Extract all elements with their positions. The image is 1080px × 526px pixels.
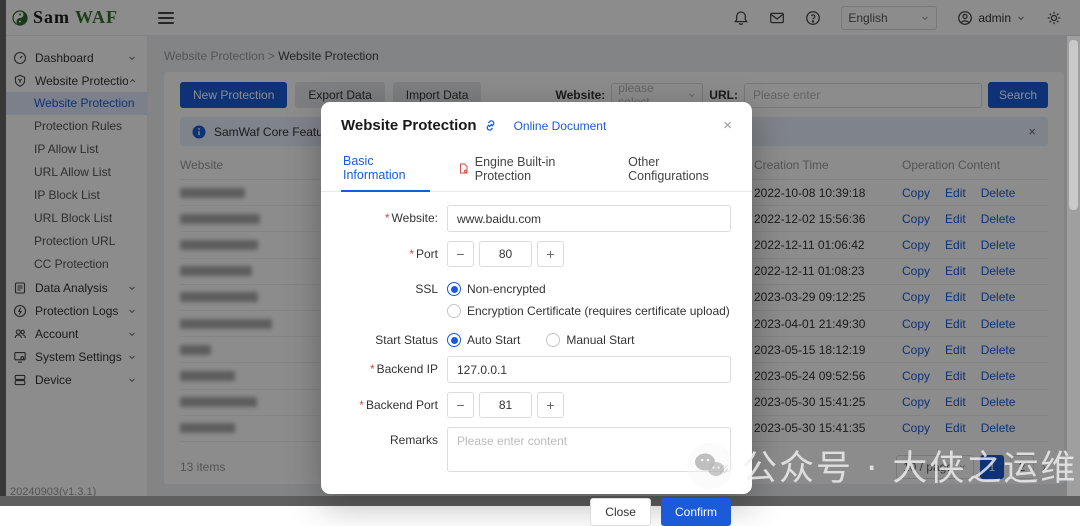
ssl-radio-group: Non-encrypted Encryption Certificate (re… bbox=[447, 276, 731, 318]
modal-body: *Website: *Port − 80 + SSL Non-encrypted… bbox=[321, 192, 752, 477]
website-protection-modal: Website Protection Online Document × Bas… bbox=[321, 102, 752, 526]
website-field-input[interactable] bbox=[447, 205, 731, 232]
backend-port-decrement-button[interactable]: − bbox=[447, 392, 474, 418]
tab-label: Engine Built-in Protection bbox=[474, 154, 556, 183]
modal-header: Website Protection Online Document × bbox=[321, 102, 752, 140]
modal-tabs: Basic Information Engine Built-in Protec… bbox=[321, 148, 752, 192]
radio-manual-start[interactable]: Manual Start bbox=[546, 333, 634, 347]
port-decrement-button[interactable]: − bbox=[447, 241, 474, 267]
remarks-textarea[interactable] bbox=[447, 427, 731, 472]
radio-dot bbox=[546, 333, 561, 347]
radio-encryption-certificate[interactable]: Encryption Certificate (requires certifi… bbox=[447, 304, 731, 318]
port-value[interactable]: 80 bbox=[479, 241, 532, 267]
tab-engine-built-in-protection[interactable]: Engine Built-in Protection bbox=[456, 148, 600, 191]
radio-label: Non-encrypted bbox=[467, 282, 546, 296]
link-icon bbox=[486, 120, 494, 131]
confirm-button[interactable]: Confirm bbox=[660, 498, 731, 526]
remarks-field-label: Remarks bbox=[389, 433, 438, 447]
scrollbar-thumb[interactable] bbox=[1069, 40, 1078, 210]
resize-grip[interactable] bbox=[720, 465, 728, 473]
window-left-edge bbox=[0, 0, 6, 506]
port-field-label: * Port bbox=[409, 247, 438, 261]
vertical-scrollbar[interactable] bbox=[1067, 36, 1080, 496]
start-status-field-label: Start Status bbox=[375, 333, 438, 347]
online-document-link[interactable]: Online Document bbox=[514, 119, 607, 133]
radio-label: Auto Start bbox=[467, 333, 521, 347]
ssl-field-label: SSL bbox=[415, 282, 438, 296]
tab-basic-information[interactable]: Basic Information bbox=[341, 148, 431, 192]
backend-port-value[interactable]: 81 bbox=[479, 392, 532, 418]
port-increment-button[interactable]: + bbox=[537, 241, 564, 267]
required-mark: * bbox=[409, 247, 414, 261]
modal-title: Website Protection bbox=[341, 117, 477, 134]
radio-label: Manual Start bbox=[566, 333, 635, 347]
radio-non-encrypted[interactable]: Non-encrypted bbox=[447, 282, 731, 296]
red-file-icon bbox=[460, 163, 468, 174]
required-mark: * bbox=[369, 362, 375, 376]
modal-footer: Close Confirm bbox=[321, 486, 752, 526]
backend-ip-field-label: * Backend IP bbox=[369, 362, 438, 376]
radio-dot bbox=[447, 333, 461, 347]
required-mark: * bbox=[359, 398, 364, 412]
start-status-radio-group: Auto Start Manual Start bbox=[447, 327, 731, 347]
backend-ip-input[interactable] bbox=[447, 356, 731, 383]
radio-auto-start[interactable]: Auto Start bbox=[447, 333, 520, 347]
backend-port-field-label: * Backend Port bbox=[359, 398, 438, 412]
modal-close-icon[interactable]: × bbox=[723, 118, 732, 133]
tab-other-configurations[interactable]: Other Configurations bbox=[626, 148, 732, 191]
radio-dot bbox=[447, 282, 461, 296]
radio-dot bbox=[447, 304, 461, 318]
close-button[interactable]: Close bbox=[590, 498, 651, 526]
backend-port-increment-button[interactable]: + bbox=[537, 392, 564, 418]
radio-label: Encryption Certificate (requires certifi… bbox=[467, 304, 730, 318]
website-field-label: * Website: bbox=[384, 211, 438, 225]
required-mark: * bbox=[384, 211, 390, 225]
